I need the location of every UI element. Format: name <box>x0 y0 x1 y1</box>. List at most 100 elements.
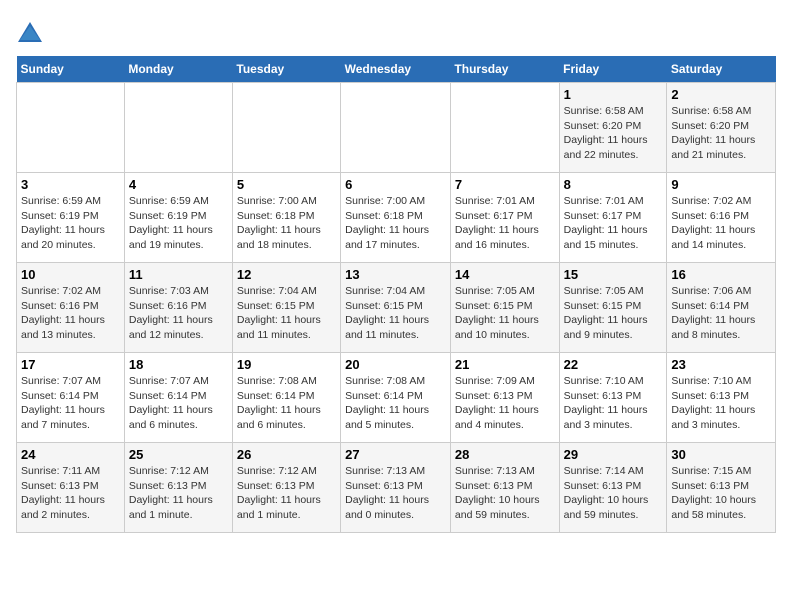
calendar-cell: 30 Sunrise: 7:15 AM Sunset: 6:13 PM Dayli… <box>667 443 776 533</box>
day-number: 18 <box>129 357 228 372</box>
calendar-cell: 14 Sunrise: 7:05 AM Sunset: 6:15 PM Dayli… <box>450 263 559 353</box>
calendar-cell: 12Sunrise: 7:04 AM Sunset: 6:15 PM Dayli… <box>232 263 340 353</box>
calendar-cell <box>341 83 451 173</box>
day-number: 24 <box>21 447 120 462</box>
calendar-week-3: 10 Sunrise: 7:02 AM Sunset: 6:16 PM Dayli… <box>17 263 776 353</box>
header-friday: Friday <box>559 56 667 83</box>
calendar-cell: 5 Sunrise: 7:00 AM Sunset: 6:18 PM Daylig… <box>232 173 340 263</box>
calendar-cell: 17 Sunrise: 7:07 AM Sunset: 6:14 PM Dayli… <box>17 353 125 443</box>
day-info: Sunrise: 7:08 AM Sunset: 6:14 PM Dayligh… <box>345 374 446 433</box>
calendar-cell: 19Sunrise: 7:08 AM Sunset: 6:14 PM Dayli… <box>232 353 340 443</box>
day-info: Sunrise: 7:01 AM Sunset: 6:17 PM Dayligh… <box>455 194 555 253</box>
logo <box>16 20 46 48</box>
calendar-cell: 8 Sunrise: 7:01 AM Sunset: 6:17 PM Daylig… <box>559 173 667 263</box>
calendar-cell <box>124 83 232 173</box>
calendar-week-4: 17 Sunrise: 7:07 AM Sunset: 6:14 PM Dayli… <box>17 353 776 443</box>
calendar-cell: 2Sunrise: 6:58 AM Sunset: 6:20 PM Daylig… <box>667 83 776 173</box>
calendar-cell: 22 Sunrise: 7:10 AM Sunset: 6:13 PM Dayli… <box>559 353 667 443</box>
day-number: 7 <box>455 177 555 192</box>
calendar-cell: 15 Sunrise: 7:05 AM Sunset: 6:15 PM Dayli… <box>559 263 667 353</box>
day-info: Sunrise: 7:07 AM Sunset: 6:14 PM Dayligh… <box>129 374 228 433</box>
day-number: 19 <box>237 357 336 372</box>
calendar-cell: 23Sunrise: 7:10 AM Sunset: 6:13 PM Dayli… <box>667 353 776 443</box>
day-info: Sunrise: 7:09 AM Sunset: 6:13 PM Dayligh… <box>455 374 555 433</box>
day-info: Sunrise: 7:02 AM Sunset: 6:16 PM Dayligh… <box>21 284 120 343</box>
calendar-cell: 28 Sunrise: 7:13 AM Sunset: 6:13 PM Dayli… <box>450 443 559 533</box>
calendar-cell: 24Sunrise: 7:11 AM Sunset: 6:13 PM Dayli… <box>17 443 125 533</box>
calendar-cell: 10 Sunrise: 7:02 AM Sunset: 6:16 PM Dayli… <box>17 263 125 353</box>
day-info: Sunrise: 7:10 AM Sunset: 6:13 PM Dayligh… <box>564 374 663 433</box>
header-wednesday: Wednesday <box>341 56 451 83</box>
day-number: 20 <box>345 357 446 372</box>
day-number: 1 <box>564 87 663 102</box>
day-number: 9 <box>671 177 771 192</box>
day-info: Sunrise: 7:12 AM Sunset: 6:13 PM Dayligh… <box>129 464 228 523</box>
day-number: 3 <box>21 177 120 192</box>
day-info: Sunrise: 7:00 AM Sunset: 6:18 PM Dayligh… <box>237 194 336 253</box>
calendar-cell: 25 Sunrise: 7:12 AM Sunset: 6:13 PM Dayli… <box>124 443 232 533</box>
header-sunday: Sunday <box>17 56 125 83</box>
calendar-cell: 7 Sunrise: 7:01 AM Sunset: 6:17 PM Daylig… <box>450 173 559 263</box>
day-number: 10 <box>21 267 120 282</box>
day-info: Sunrise: 7:06 AM Sunset: 6:14 PM Dayligh… <box>671 284 771 343</box>
calendar-cell: 4 Sunrise: 6:59 AM Sunset: 6:19 PM Daylig… <box>124 173 232 263</box>
day-number: 22 <box>564 357 663 372</box>
day-number: 6 <box>345 177 446 192</box>
day-number: 21 <box>455 357 555 372</box>
calendar-cell: 11 Sunrise: 7:03 AM Sunset: 6:16 PM Dayli… <box>124 263 232 353</box>
day-number: 15 <box>564 267 663 282</box>
day-info: Sunrise: 7:01 AM Sunset: 6:17 PM Dayligh… <box>564 194 663 253</box>
header-thursday: Thursday <box>450 56 559 83</box>
day-info: Sunrise: 7:15 AM Sunset: 6:13 PM Dayligh… <box>671 464 771 523</box>
day-number: 30 <box>671 447 771 462</box>
day-info: Sunrise: 7:00 AM Sunset: 6:18 PM Dayligh… <box>345 194 446 253</box>
day-number: 16 <box>671 267 771 282</box>
calendar-cell: 20 Sunrise: 7:08 AM Sunset: 6:14 PM Dayli… <box>341 353 451 443</box>
header-tuesday: Tuesday <box>232 56 340 83</box>
day-number: 17 <box>21 357 120 372</box>
calendar-cell: 3 Sunrise: 6:59 AM Sunset: 6:19 PM Daylig… <box>17 173 125 263</box>
calendar-cell: 29Sunrise: 7:14 AM Sunset: 6:13 PM Dayli… <box>559 443 667 533</box>
day-info: Sunrise: 7:05 AM Sunset: 6:15 PM Dayligh… <box>564 284 663 343</box>
day-number: 26 <box>237 447 336 462</box>
day-number: 4 <box>129 177 228 192</box>
calendar-cell: 9 Sunrise: 7:02 AM Sunset: 6:16 PM Daylig… <box>667 173 776 263</box>
day-info: Sunrise: 7:07 AM Sunset: 6:14 PM Dayligh… <box>21 374 120 433</box>
day-info: Sunrise: 6:59 AM Sunset: 6:19 PM Dayligh… <box>129 194 228 253</box>
day-number: 2 <box>671 87 771 102</box>
calendar-header-row: SundayMondayTuesdayWednesdayThursdayFrid… <box>17 56 776 83</box>
day-number: 23 <box>671 357 771 372</box>
day-number: 14 <box>455 267 555 282</box>
calendar-cell <box>450 83 559 173</box>
calendar-cell: 1 Sunrise: 6:58 AM Sunset: 6:20 PM Daylig… <box>559 83 667 173</box>
day-info: Sunrise: 7:03 AM Sunset: 6:16 PM Dayligh… <box>129 284 228 343</box>
calendar-cell: 27Sunrise: 7:13 AM Sunset: 6:13 PM Dayli… <box>341 443 451 533</box>
day-info: Sunrise: 7:13 AM Sunset: 6:13 PM Dayligh… <box>455 464 555 523</box>
day-number: 28 <box>455 447 555 462</box>
day-number: 11 <box>129 267 228 282</box>
day-number: 12 <box>237 267 336 282</box>
day-number: 25 <box>129 447 228 462</box>
calendar-cell: 13 Sunrise: 7:04 AM Sunset: 6:15 PM Dayli… <box>341 263 451 353</box>
day-info: Sunrise: 7:02 AM Sunset: 6:16 PM Dayligh… <box>671 194 771 253</box>
calendar-week-2: 3 Sunrise: 6:59 AM Sunset: 6:19 PM Daylig… <box>17 173 776 263</box>
calendar-cell: 21 Sunrise: 7:09 AM Sunset: 6:13 PM Dayli… <box>450 353 559 443</box>
calendar-cell <box>17 83 125 173</box>
header <box>16 16 776 48</box>
day-info: Sunrise: 6:59 AM Sunset: 6:19 PM Dayligh… <box>21 194 120 253</box>
day-info: Sunrise: 7:13 AM Sunset: 6:13 PM Dayligh… <box>345 464 446 523</box>
day-info: Sunrise: 7:12 AM Sunset: 6:13 PM Dayligh… <box>237 464 336 523</box>
day-number: 29 <box>564 447 663 462</box>
calendar-cell: 26 Sunrise: 7:12 AM Sunset: 6:13 PM Dayli… <box>232 443 340 533</box>
day-number: 8 <box>564 177 663 192</box>
calendar-table: SundayMondayTuesdayWednesdayThursdayFrid… <box>16 56 776 533</box>
calendar-week-5: 24Sunrise: 7:11 AM Sunset: 6:13 PM Dayli… <box>17 443 776 533</box>
day-number: 5 <box>237 177 336 192</box>
day-info: Sunrise: 6:58 AM Sunset: 6:20 PM Dayligh… <box>564 104 663 163</box>
calendar-cell <box>232 83 340 173</box>
day-number: 13 <box>345 267 446 282</box>
day-info: Sunrise: 7:05 AM Sunset: 6:15 PM Dayligh… <box>455 284 555 343</box>
header-saturday: Saturday <box>667 56 776 83</box>
day-info: Sunrise: 7:04 AM Sunset: 6:15 PM Dayligh… <box>345 284 446 343</box>
header-monday: Monday <box>124 56 232 83</box>
